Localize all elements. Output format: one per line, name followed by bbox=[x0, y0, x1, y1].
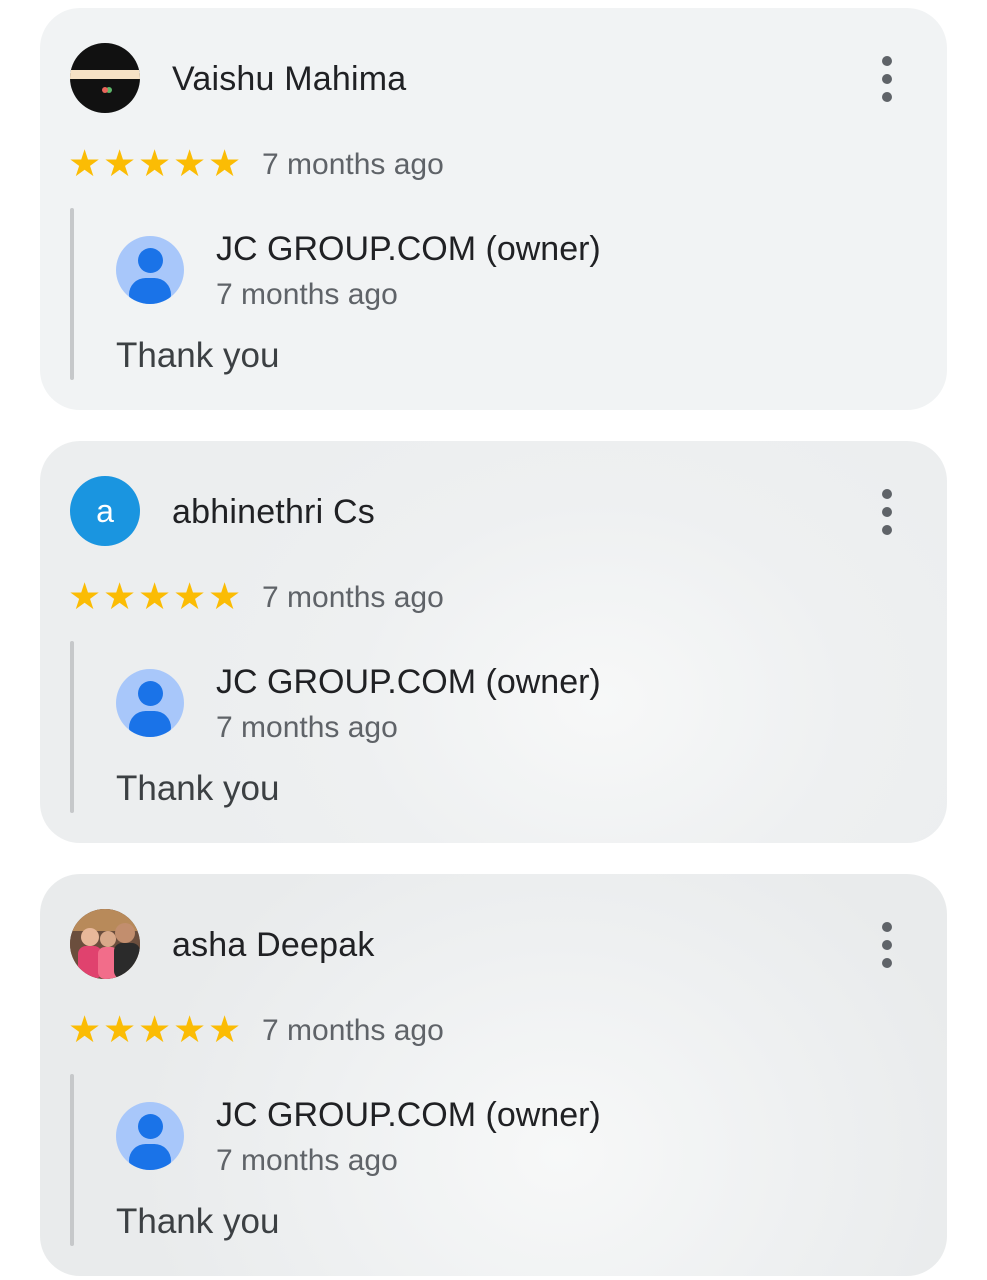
review-time: 7 months ago bbox=[262, 148, 444, 181]
owner-reply-text: Thank you bbox=[116, 1202, 280, 1241]
avatar-photo-image bbox=[70, 909, 140, 979]
reviewer-avatar[interactable] bbox=[70, 909, 140, 979]
star-icon: ★ bbox=[173, 1009, 207, 1050]
owner-name: JC GROUP.COM (owner) bbox=[216, 230, 601, 268]
reply-divider bbox=[70, 208, 74, 380]
star-icon: ★ bbox=[103, 143, 137, 184]
more-vert-icon[interactable] bbox=[876, 56, 898, 102]
reply-divider bbox=[70, 641, 74, 813]
review-time: 7 months ago bbox=[262, 1014, 444, 1047]
star-icon: ★ bbox=[173, 576, 207, 617]
default-account-icon bbox=[116, 669, 184, 737]
review-card: Vaishu Mahima ★ ★ ★ ★ ★ 7 months ago JC … bbox=[40, 8, 947, 410]
star-icon: ★ bbox=[68, 143, 102, 184]
default-account-icon bbox=[116, 1102, 184, 1170]
star-rating: ★ ★ ★ ★ ★ bbox=[68, 1010, 243, 1050]
review-card: asha Deepak ★ ★ ★ ★ ★ 7 months ago JC GR… bbox=[40, 874, 947, 1276]
reviewer-avatar[interactable] bbox=[70, 43, 140, 113]
star-icon: ★ bbox=[68, 1009, 102, 1050]
owner-reply-time: 7 months ago bbox=[216, 1144, 398, 1177]
default-account-icon bbox=[116, 236, 184, 304]
star-rating: ★ ★ ★ ★ ★ bbox=[68, 144, 243, 184]
more-vert-icon[interactable] bbox=[876, 489, 898, 535]
star-icon: ★ bbox=[103, 576, 137, 617]
star-icon: ★ bbox=[138, 576, 172, 617]
owner-name: JC GROUP.COM (owner) bbox=[216, 663, 601, 701]
owner-reply-time: 7 months ago bbox=[216, 711, 398, 744]
more-vert-icon[interactable] bbox=[876, 922, 898, 968]
reviewer-name[interactable]: Vaishu Mahima bbox=[172, 60, 406, 99]
star-icon: ★ bbox=[173, 143, 207, 184]
owner-name: JC GROUP.COM (owner) bbox=[216, 1096, 601, 1134]
reviewer-name[interactable]: abhinethri Cs bbox=[172, 493, 375, 532]
star-icon: ★ bbox=[208, 576, 242, 617]
star-icon: ★ bbox=[138, 143, 172, 184]
star-rating: ★ ★ ★ ★ ★ bbox=[68, 577, 243, 617]
owner-reply-text: Thank you bbox=[116, 336, 280, 375]
owner-reply-text: Thank you bbox=[116, 769, 280, 808]
review-card: a abhinethri Cs ★ ★ ★ ★ ★ 7 months ago J… bbox=[40, 441, 947, 843]
reviewer-avatar[interactable]: a bbox=[70, 476, 140, 546]
avatar-letter: a bbox=[96, 492, 114, 529]
star-icon: ★ bbox=[208, 1009, 242, 1050]
star-icon: ★ bbox=[208, 143, 242, 184]
star-icon: ★ bbox=[138, 1009, 172, 1050]
star-icon: ★ bbox=[103, 1009, 137, 1050]
reply-divider bbox=[70, 1074, 74, 1246]
reviewer-name[interactable]: asha Deepak bbox=[172, 926, 375, 965]
star-icon: ★ bbox=[68, 576, 102, 617]
review-time: 7 months ago bbox=[262, 581, 444, 614]
owner-reply-time: 7 months ago bbox=[216, 278, 398, 311]
